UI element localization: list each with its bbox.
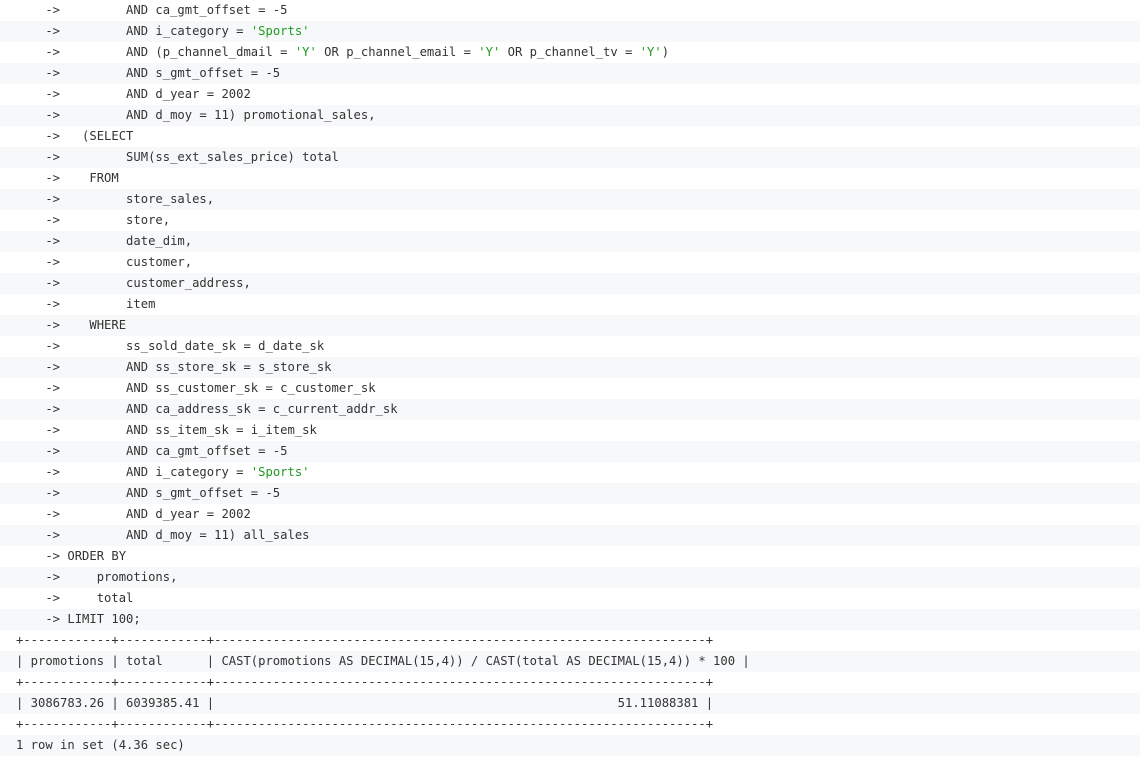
console-line: -> ORDER BY [0, 546, 1140, 567]
console-line: -> promotions, [0, 567, 1140, 588]
console-line: -> FROM [0, 168, 1140, 189]
console-line: +------------+------------+-------------… [0, 714, 1140, 735]
string-literal: 'Y' [478, 45, 501, 59]
console-line: -> AND ss_customer_sk = c_customer_sk [0, 378, 1140, 399]
console-line: -> AND (p_channel_dmail = 'Y' OR p_chann… [0, 42, 1140, 63]
console-line: -> total [0, 588, 1140, 609]
console-line: -> AND d_year = 2002 [0, 504, 1140, 525]
console-line: -> date_dim, [0, 231, 1140, 252]
console-line: -> AND ca_gmt_offset = -5 [0, 0, 1140, 21]
console-line: -> store_sales, [0, 189, 1140, 210]
console-line: -> AND i_category = 'Sports' [0, 462, 1140, 483]
console-line: | 3086783.26 | 6039385.41 | 51.11088381 … [0, 693, 1140, 714]
console-line: -> SUM(ss_ext_sales_price) total [0, 147, 1140, 168]
string-literal: 'Y' [639, 45, 662, 59]
console-line: -> AND d_moy = 11) all_sales [0, 525, 1140, 546]
console-line: -> WHERE [0, 315, 1140, 336]
console-line: -> ss_sold_date_sk = d_date_sk [0, 336, 1140, 357]
console-line: -> AND ss_store_sk = s_store_sk [0, 357, 1140, 378]
console-line: -> AND s_gmt_offset = -5 [0, 483, 1140, 504]
console-line: -> AND ss_item_sk = i_item_sk [0, 420, 1140, 441]
string-literal: 'Sports' [250, 465, 310, 479]
console-line: -> store, [0, 210, 1140, 231]
console-line: +------------+------------+-------------… [0, 630, 1140, 651]
console-line: -> AND ca_gmt_offset = -5 [0, 441, 1140, 462]
string-literal: 'Sports' [250, 24, 310, 38]
console-line: -> AND i_category = 'Sports' [0, 21, 1140, 42]
console-line: -> LIMIT 100; [0, 609, 1140, 630]
string-literal: 'Y' [294, 45, 317, 59]
console-line: -> (SELECT [0, 126, 1140, 147]
console-line: -> AND s_gmt_offset = -5 [0, 63, 1140, 84]
console-line: +------------+------------+-------------… [0, 672, 1140, 693]
console-line: -> AND d_year = 2002 [0, 84, 1140, 105]
console-line: 1 row in set (4.36 sec) [0, 735, 1140, 756]
sql-console-output: -> AND ca_gmt_offset = -5 -> AND i_categ… [0, 0, 1140, 762]
console-line: -> customer_address, [0, 273, 1140, 294]
console-line: -> item [0, 294, 1140, 315]
console-line: | promotions | total | CAST(promotions A… [0, 651, 1140, 672]
console-line: -> AND ca_address_sk = c_current_addr_sk [0, 399, 1140, 420]
console-line: -> AND d_moy = 11) promotional_sales, [0, 105, 1140, 126]
console-line: -> customer, [0, 252, 1140, 273]
